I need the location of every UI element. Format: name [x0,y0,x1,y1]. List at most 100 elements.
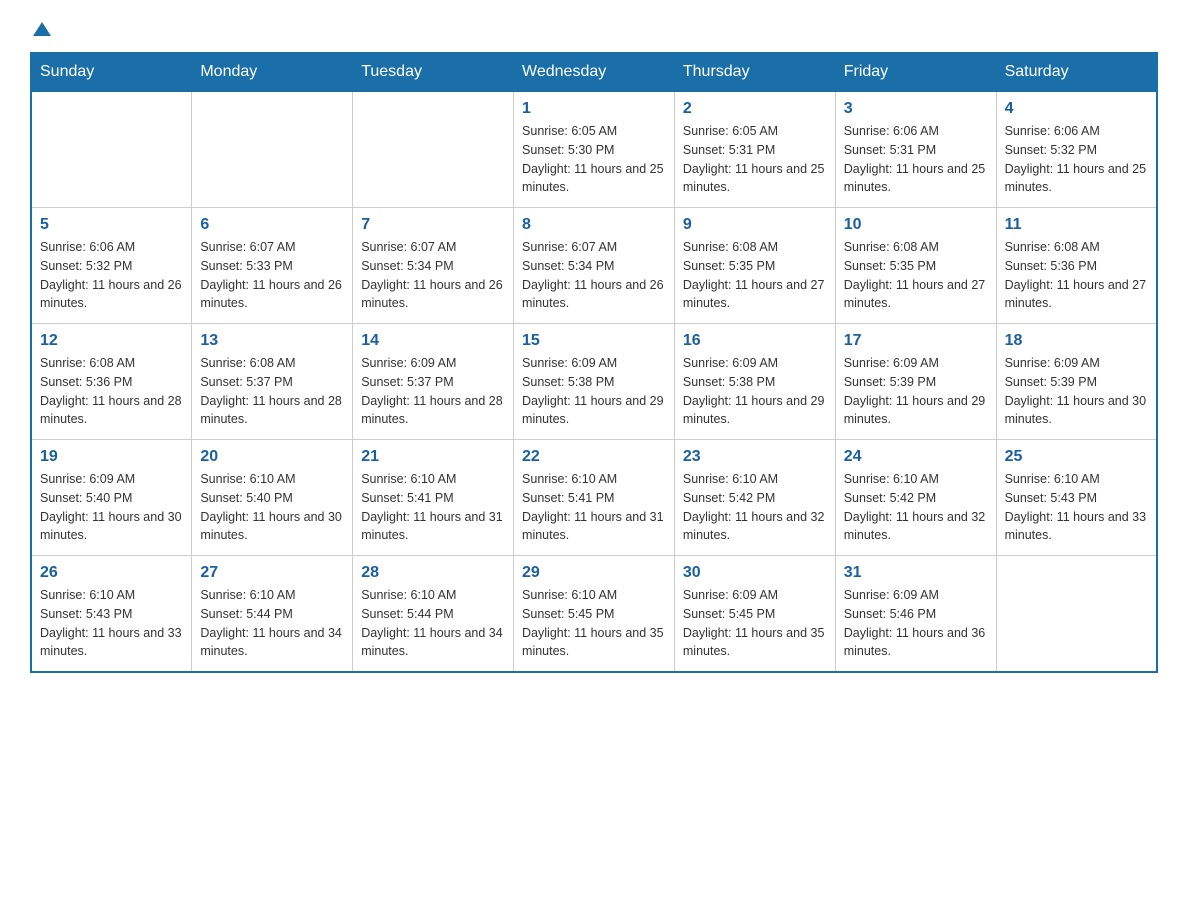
day-cell: 9Sunrise: 6:08 AMSunset: 5:35 PMDaylight… [674,208,835,324]
day-number: 19 [40,448,183,466]
week-row-2: 5 Sunrise: 6:06 AMSunset: 5:32 PMDaylight… [31,208,1157,324]
day-info: Sunrise: 6:08 AMSunset: 5:36 PMDaylight:… [40,354,183,429]
day-cell: 16 Sunrise: 6:09 AMSunset: 5:38 PMDayligh… [674,324,835,440]
day-cell: 31Sunrise: 6:09 AMSunset: 5:46 PMDayligh… [835,556,996,673]
day-number: 25 [1005,448,1148,466]
day-cell: 18 Sunrise: 6:09 AMSunset: 5:39 PMDayligh… [996,324,1157,440]
day-info: Sunrise: 6:10 AMSunset: 5:42 PMDaylight:… [844,470,988,545]
day-info: Sunrise: 6:07 AMSunset: 5:34 PMDaylight:… [522,238,666,313]
day-number: 16 [683,332,827,350]
day-number: 7 [361,216,505,234]
week-row-4: 19 Sunrise: 6:09 AMSunset: 5:40 PMDayligh… [31,440,1157,556]
day-cell: 8 Sunrise: 6:07 AMSunset: 5:34 PMDaylight… [514,208,675,324]
day-info: Sunrise: 6:09 AMSunset: 5:38 PMDaylight:… [683,354,827,429]
day-info: Sunrise: 6:10 AMSunset: 5:44 PMDaylight:… [361,586,505,661]
day-cell [192,92,353,208]
day-number: 24 [844,448,988,466]
day-cell [996,556,1157,673]
day-info: Sunrise: 6:06 AMSunset: 5:32 PMDaylight:… [40,238,183,313]
calendar-header-row: SundayMondayTuesdayWednesdayThursdayFrid… [31,53,1157,92]
day-number: 5 [40,216,183,234]
day-cell: 22 Sunrise: 6:10 AMSunset: 5:41 PMDayligh… [514,440,675,556]
day-info: Sunrise: 6:05 AMSunset: 5:30 PMDaylight:… [522,122,666,197]
day-number: 8 [522,216,666,234]
day-number: 2 [683,100,827,118]
day-info: Sunrise: 6:10 AMSunset: 5:41 PMDaylight:… [522,470,666,545]
day-cell: 6Sunrise: 6:07 AMSunset: 5:33 PMDaylight… [192,208,353,324]
day-number: 22 [522,448,666,466]
calendar-table: SundayMondayTuesdayWednesdayThursdayFrid… [30,52,1158,673]
day-info: Sunrise: 6:08 AMSunset: 5:36 PMDaylight:… [1005,238,1148,313]
week-row-3: 12 Sunrise: 6:08 AMSunset: 5:36 PMDayligh… [31,324,1157,440]
day-info: Sunrise: 6:10 AMSunset: 5:43 PMDaylight:… [1005,470,1148,545]
day-cell [31,92,192,208]
day-number: 9 [683,216,827,234]
day-number: 13 [200,332,344,350]
logo [30,20,51,32]
header-thursday: Thursday [674,53,835,92]
day-info: Sunrise: 6:06 AMSunset: 5:31 PMDaylight:… [844,122,988,197]
day-info: Sunrise: 6:09 AMSunset: 5:39 PMDaylight:… [844,354,988,429]
day-number: 31 [844,564,988,582]
day-cell: 27Sunrise: 6:10 AMSunset: 5:44 PMDayligh… [192,556,353,673]
day-info: Sunrise: 6:08 AMSunset: 5:35 PMDaylight:… [844,238,988,313]
day-cell: 5 Sunrise: 6:06 AMSunset: 5:32 PMDaylight… [31,208,192,324]
header-saturday: Saturday [996,53,1157,92]
day-info: Sunrise: 6:09 AMSunset: 5:39 PMDaylight:… [1005,354,1148,429]
day-number: 30 [683,564,827,582]
day-number: 1 [522,100,666,118]
day-cell: 24 Sunrise: 6:10 AMSunset: 5:42 PMDayligh… [835,440,996,556]
day-number: 4 [1005,100,1148,118]
day-cell: 2 Sunrise: 6:05 AMSunset: 5:31 PMDaylight… [674,92,835,208]
day-number: 15 [522,332,666,350]
day-info: Sunrise: 6:10 AMSunset: 5:41 PMDaylight:… [361,470,505,545]
day-cell: 19 Sunrise: 6:09 AMSunset: 5:40 PMDayligh… [31,440,192,556]
day-cell: 1 Sunrise: 6:05 AMSunset: 5:30 PMDaylight… [514,92,675,208]
day-cell: 3 Sunrise: 6:06 AMSunset: 5:31 PMDaylight… [835,92,996,208]
day-number: 21 [361,448,505,466]
day-number: 27 [200,564,344,582]
day-cell: 20Sunrise: 6:10 AMSunset: 5:40 PMDayligh… [192,440,353,556]
day-info: Sunrise: 6:10 AMSunset: 5:43 PMDaylight:… [40,586,183,661]
day-number: 20 [200,448,344,466]
day-cell: 15 Sunrise: 6:09 AMSunset: 5:38 PMDayligh… [514,324,675,440]
day-cell: 26 Sunrise: 6:10 AMSunset: 5:43 PMDayligh… [31,556,192,673]
day-info: Sunrise: 6:06 AMSunset: 5:32 PMDaylight:… [1005,122,1148,197]
day-cell: 7 Sunrise: 6:07 AMSunset: 5:34 PMDaylight… [353,208,514,324]
day-info: Sunrise: 6:08 AMSunset: 5:37 PMDaylight:… [200,354,344,429]
day-cell: 23 Sunrise: 6:10 AMSunset: 5:42 PMDayligh… [674,440,835,556]
day-info: Sunrise: 6:09 AMSunset: 5:45 PMDaylight:… [683,586,827,661]
day-info: Sunrise: 6:10 AMSunset: 5:45 PMDaylight:… [522,586,666,661]
day-cell: 25 Sunrise: 6:10 AMSunset: 5:43 PMDayligh… [996,440,1157,556]
day-cell: 10Sunrise: 6:08 AMSunset: 5:35 PMDayligh… [835,208,996,324]
day-cell: 12 Sunrise: 6:08 AMSunset: 5:36 PMDayligh… [31,324,192,440]
day-info: Sunrise: 6:09 AMSunset: 5:40 PMDaylight:… [40,470,183,545]
header-sunday: Sunday [31,53,192,92]
page-header [30,20,1158,32]
day-info: Sunrise: 6:09 AMSunset: 5:37 PMDaylight:… [361,354,505,429]
day-number: 26 [40,564,183,582]
day-number: 3 [844,100,988,118]
header-tuesday: Tuesday [353,53,514,92]
day-info: Sunrise: 6:07 AMSunset: 5:34 PMDaylight:… [361,238,505,313]
day-number: 29 [522,564,666,582]
day-cell: 28 Sunrise: 6:10 AMSunset: 5:44 PMDayligh… [353,556,514,673]
day-number: 28 [361,564,505,582]
day-cell: 4 Sunrise: 6:06 AMSunset: 5:32 PMDaylight… [996,92,1157,208]
day-info: Sunrise: 6:10 AMSunset: 5:42 PMDaylight:… [683,470,827,545]
day-cell: 30 Sunrise: 6:09 AMSunset: 5:45 PMDayligh… [674,556,835,673]
day-cell [353,92,514,208]
day-number: 12 [40,332,183,350]
day-number: 23 [683,448,827,466]
day-info: Sunrise: 6:09 AMSunset: 5:38 PMDaylight:… [522,354,666,429]
day-number: 11 [1005,216,1148,234]
day-number: 18 [1005,332,1148,350]
header-wednesday: Wednesday [514,53,675,92]
day-cell: 11 Sunrise: 6:08 AMSunset: 5:36 PMDayligh… [996,208,1157,324]
day-info: Sunrise: 6:07 AMSunset: 5:33 PMDaylight:… [200,238,344,313]
header-friday: Friday [835,53,996,92]
day-cell: 17 Sunrise: 6:09 AMSunset: 5:39 PMDayligh… [835,324,996,440]
day-number: 17 [844,332,988,350]
day-info: Sunrise: 6:05 AMSunset: 5:31 PMDaylight:… [683,122,827,197]
day-cell: 14Sunrise: 6:09 AMSunset: 5:37 PMDayligh… [353,324,514,440]
